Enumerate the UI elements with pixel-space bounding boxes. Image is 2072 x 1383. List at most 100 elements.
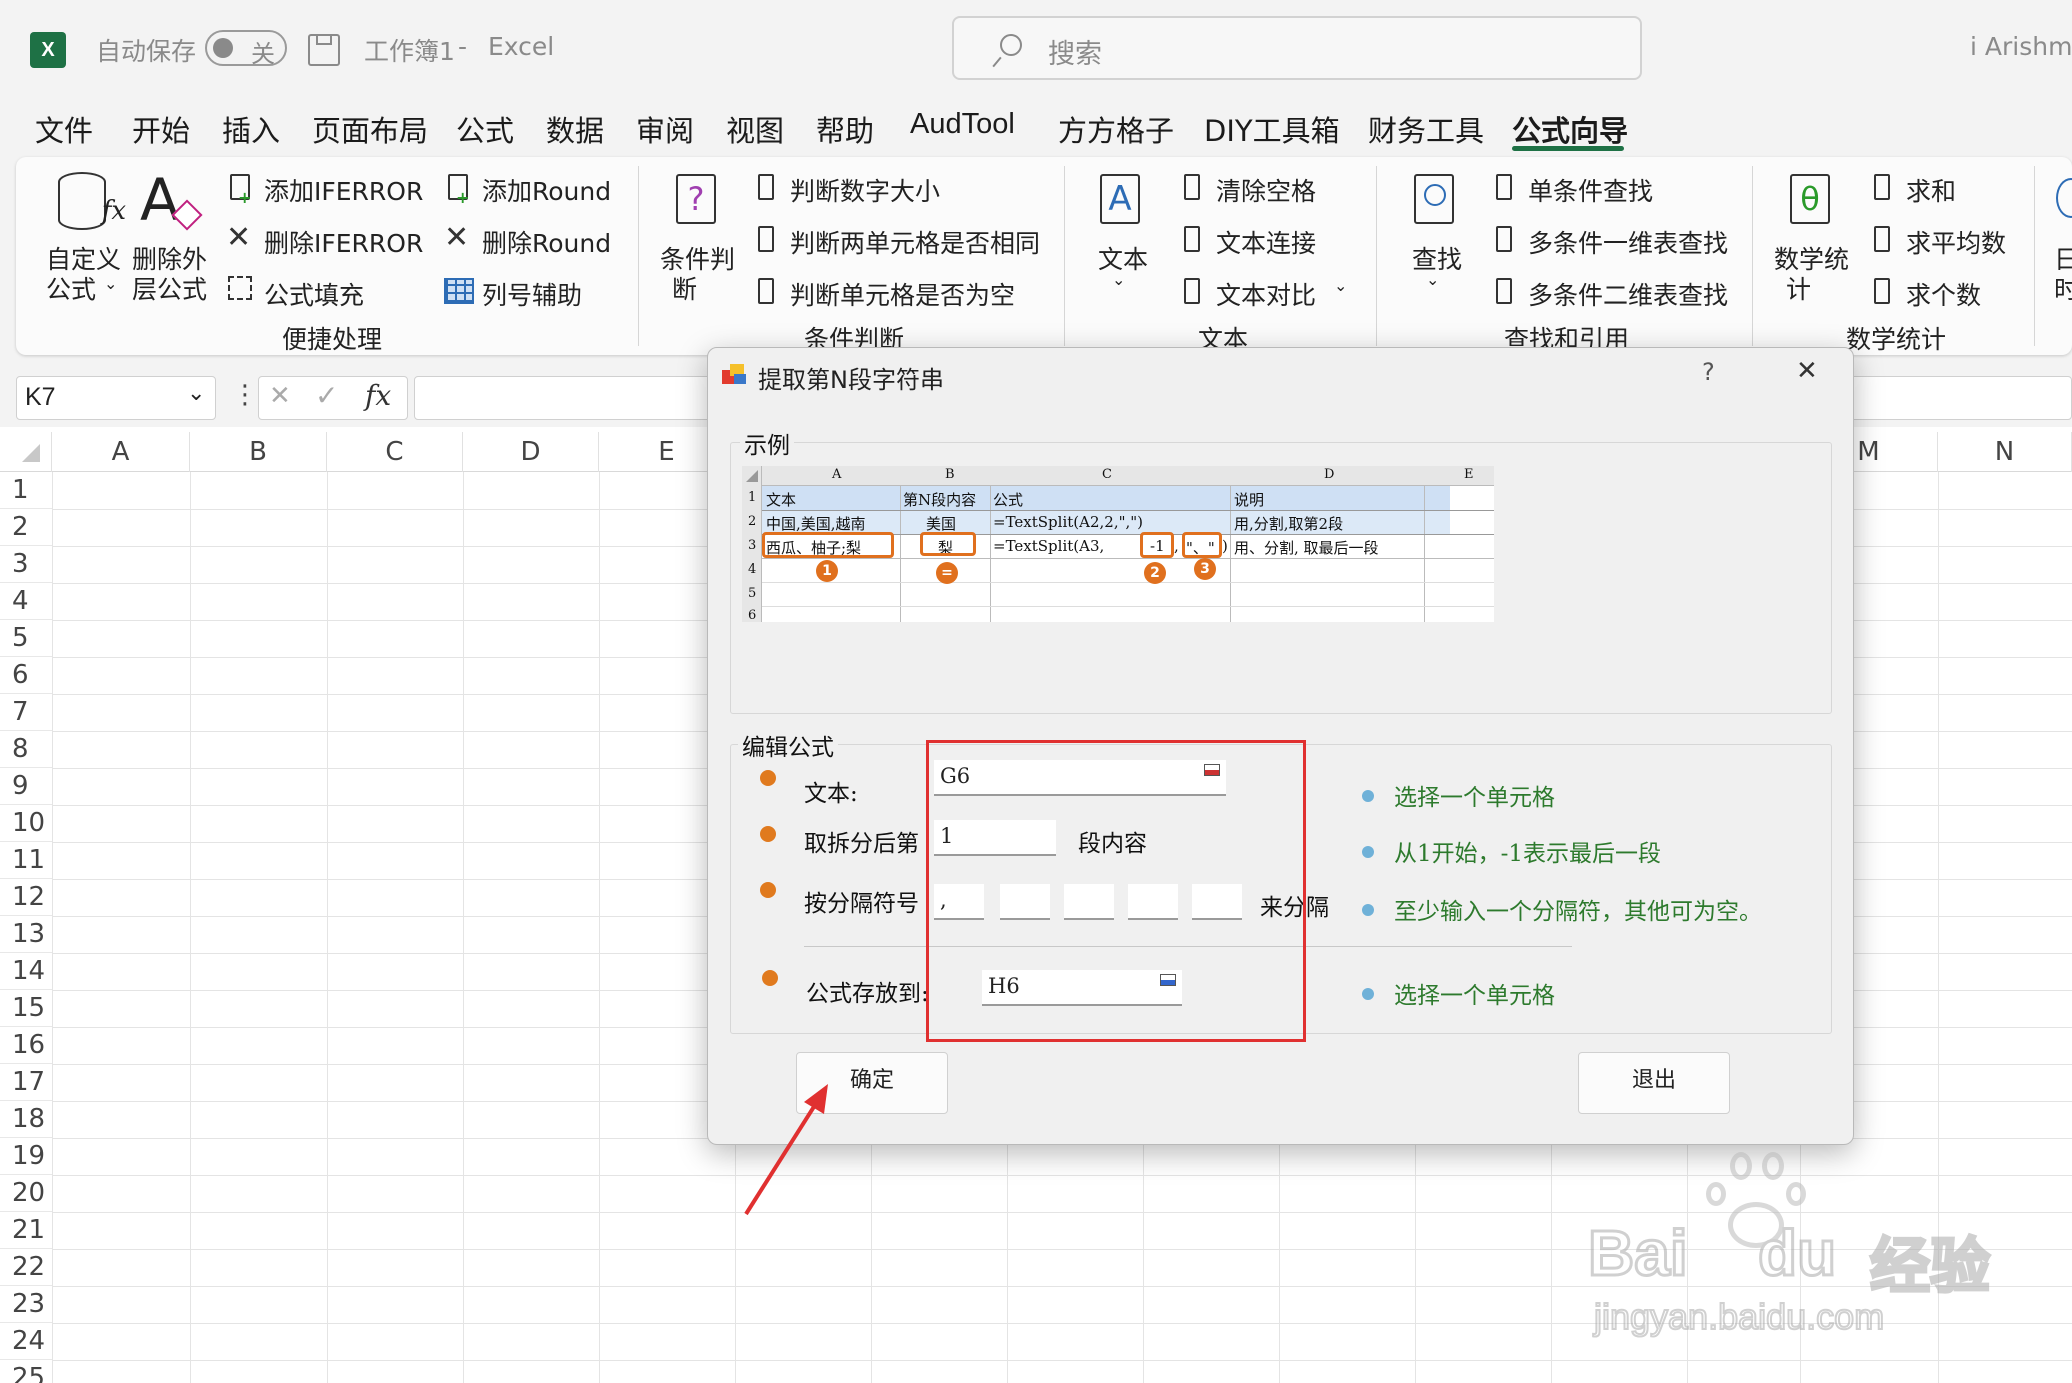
active-tab-underline xyxy=(1512,146,1624,151)
tab-home[interactable]: 开始 xyxy=(132,108,190,150)
tab-file[interactable]: 文件 xyxy=(35,108,93,150)
bookmark-icon xyxy=(1496,226,1512,252)
row-header[interactable]: 14 xyxy=(0,953,52,990)
row-header[interactable]: 11 xyxy=(0,842,52,879)
datetime-label-2[interactable]: 时 xyxy=(2054,270,2072,306)
chevron-down-icon[interactable]: ⌄ xyxy=(1334,276,1347,295)
judge-cell-empty[interactable]: 判断单元格是否为空 xyxy=(790,276,1015,312)
row-header[interactable]: 19 xyxy=(0,1138,52,1175)
column-header-b[interactable]: B xyxy=(190,432,327,472)
toggle-knob xyxy=(213,38,233,58)
row-header[interactable]: 8 xyxy=(0,731,52,768)
insert-function-button[interactable]: fx xyxy=(365,379,391,412)
tab-fangfanggezi[interactable]: 方方格子 xyxy=(1058,108,1174,150)
row-header[interactable]: 6 xyxy=(0,657,52,694)
row-header[interactable]: 3 xyxy=(0,546,52,583)
search-box[interactable]: 搜索 xyxy=(952,16,1642,80)
row-header[interactable]: 21 xyxy=(0,1212,52,1249)
del-round-button[interactable]: 删除Round xyxy=(482,224,611,260)
example-cell: 中国,美国,越南 xyxy=(766,515,866,533)
column-header-d[interactable]: D xyxy=(463,432,599,472)
tab-review[interactable]: 审阅 xyxy=(636,108,694,150)
column-header-n[interactable]: N xyxy=(1938,432,2072,472)
help-button[interactable]: ? xyxy=(1702,358,1715,386)
tab-insert[interactable]: 插入 xyxy=(222,108,280,150)
tab-formulas[interactable]: 公式 xyxy=(456,108,514,150)
select-all-corner[interactable] xyxy=(0,432,52,472)
clear-spaces[interactable]: 清除空格 xyxy=(1216,172,1316,208)
baidu-watermark: Bai du 经验 jingyan.baidu.com xyxy=(1580,1150,2060,1350)
exit-button[interactable]: 退出 xyxy=(1578,1052,1730,1114)
row-header[interactable]: 25 xyxy=(0,1360,52,1383)
custom-formula-label-2[interactable]: 公式 xyxy=(46,270,96,306)
add-iferror-button[interactable]: 添加IFERROR xyxy=(264,172,423,208)
group-label-math: 数学统计 xyxy=(1846,325,1947,354)
tab-audtool[interactable]: AudTool xyxy=(910,108,1015,141)
row-header[interactable]: 16 xyxy=(0,1027,52,1064)
check-icon[interactable]: ✓ xyxy=(315,379,338,412)
autosave-toggle[interactable]: 关 xyxy=(205,30,287,68)
remove-outer-label-2[interactable]: 层公式 xyxy=(132,270,207,306)
close-icon[interactable]: ✕ xyxy=(1796,356,1818,386)
row-header[interactable]: 2 xyxy=(0,509,52,546)
row-header[interactable]: 13 xyxy=(0,916,52,953)
condition-big-label-2[interactable]: 断 xyxy=(672,270,697,306)
highlight-box xyxy=(1140,532,1174,558)
formula-fill-button[interactable]: 公式填充 xyxy=(264,276,364,312)
tab-data[interactable]: 数据 xyxy=(546,108,604,150)
row-header[interactable]: 18 xyxy=(0,1101,52,1138)
row-header[interactable]: 15 xyxy=(0,990,52,1027)
row-header[interactable]: 20 xyxy=(0,1175,52,1212)
example-cell: 用,分割,取第2段 xyxy=(1234,515,1344,533)
save-icon[interactable] xyxy=(308,34,340,66)
row-header[interactable]: 1 xyxy=(0,472,52,509)
row-header[interactable]: 23 xyxy=(0,1286,52,1323)
edit-formula-label: 编辑公式 xyxy=(738,728,838,762)
info-icon xyxy=(1362,904,1374,916)
cancel-icon[interactable]: ✕ xyxy=(269,381,291,411)
tab-formula-wizard[interactable]: 公式向导 xyxy=(1512,108,1628,150)
bookmark-icon xyxy=(758,226,774,252)
chevron-down-icon: ⌄ xyxy=(1112,270,1126,289)
example-image: A B C D E 1 2 3 4 5 6 文本 第N段内容 公式 说明 中国,… xyxy=(742,466,1494,622)
text-compare[interactable]: 文本对比 xyxy=(1216,276,1316,312)
count-button[interactable]: 求个数 xyxy=(1906,276,1981,312)
del-iferror-button[interactable]: 删除IFERROR xyxy=(264,224,423,260)
more-icon: ⋮ xyxy=(232,380,258,410)
column-header-c[interactable]: C xyxy=(327,432,463,472)
add-round-button[interactable]: 添加Round xyxy=(482,172,611,208)
average-button[interactable]: 求平均数 xyxy=(1906,224,2006,260)
tab-page-layout[interactable]: 页面布局 xyxy=(312,108,428,150)
tab-diy-toolbox[interactable]: DIY工具箱 xyxy=(1204,108,1340,150)
chevron-down-icon: ⌄ xyxy=(187,381,206,406)
row-header[interactable]: 17 xyxy=(0,1064,52,1101)
multi-condition-1d-lookup[interactable]: 多条件一维表查找 xyxy=(1528,224,1728,260)
grid-line xyxy=(463,472,464,1383)
row-header[interactable]: 9 xyxy=(0,768,52,805)
math-big-label-2[interactable]: 计 xyxy=(1786,270,1811,306)
name-box[interactable]: K7 ⌄ xyxy=(16,376,216,420)
row-header[interactable]: 5 xyxy=(0,620,52,657)
text-concat[interactable]: 文本连接 xyxy=(1216,224,1316,260)
row-header[interactable]: 10 xyxy=(0,805,52,842)
judge-number-size[interactable]: 判断数字大小 xyxy=(790,172,940,208)
grid-icon xyxy=(444,278,474,304)
dialog-title: 提取第N段字符串 xyxy=(758,366,944,394)
row-header[interactable]: 22 xyxy=(0,1249,52,1286)
sum-button[interactable]: 求和 xyxy=(1906,172,1956,208)
store-hint: 选择一个单元格 xyxy=(1394,983,1555,1009)
column-header-a[interactable]: A xyxy=(52,432,190,472)
judge-cells-same[interactable]: 判断两单元格是否相同 xyxy=(790,224,1040,260)
multi-condition-2d-lookup[interactable]: 多条件二维表查找 xyxy=(1528,276,1728,312)
title-separator: - xyxy=(458,32,468,61)
tab-finance-tools[interactable]: 财务工具 xyxy=(1368,108,1484,150)
bookmark-icon xyxy=(1184,174,1200,200)
row-header[interactable]: 4 xyxy=(0,583,52,620)
tab-view[interactable]: 视图 xyxy=(726,108,784,150)
single-condition-lookup[interactable]: 单条件查找 xyxy=(1528,172,1653,208)
row-header[interactable]: 24 xyxy=(0,1323,52,1360)
col-helper-button[interactable]: 列号辅助 xyxy=(482,276,582,312)
tab-help[interactable]: 帮助 xyxy=(816,108,874,150)
row-header[interactable]: 7 xyxy=(0,694,52,731)
row-header[interactable]: 12 xyxy=(0,879,52,916)
